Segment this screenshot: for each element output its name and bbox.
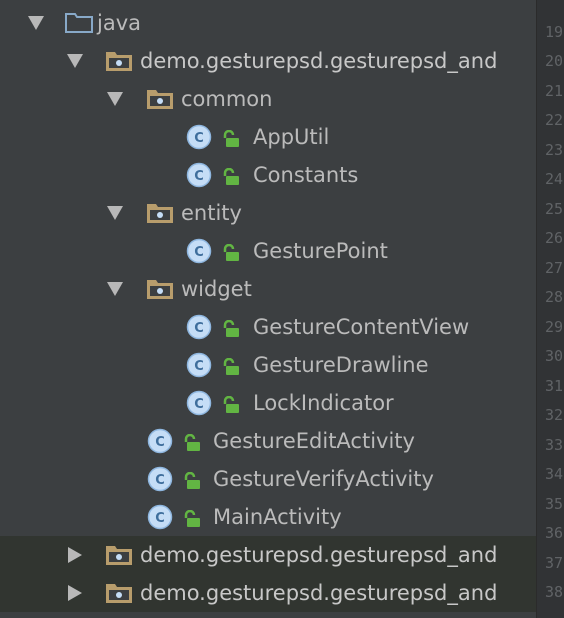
public-access-lock-icon (223, 358, 239, 375)
tree-row-class[interactable]: C GesturePoint (0, 232, 536, 270)
tree-label-class: Constants (253, 163, 359, 187)
svg-text:C: C (194, 321, 204, 336)
tree-row-package[interactable]: demo.gesturepsd.gesturepsd_and (0, 42, 536, 80)
project-tree-panel: java demo.gesturepsd.gesturepsd_and comm… (0, 0, 536, 618)
package-folder-icon (106, 52, 132, 71)
svg-text:C: C (194, 397, 204, 412)
tree-row-entity[interactable]: entity (0, 194, 536, 232)
public-access-lock-icon (184, 434, 200, 451)
tree-label-widget: widget (181, 277, 252, 301)
java-class-icon: C (147, 466, 173, 492)
tree-label-common: common (181, 87, 273, 111)
svg-text:C: C (194, 245, 204, 260)
line-number: 18 (545, 0, 563, 14)
tree-row-common[interactable]: common (0, 80, 536, 118)
tree-label-entity: entity (181, 201, 242, 225)
tree-row-class[interactable]: C GestureEditActivity (0, 422, 536, 460)
java-class-icon: C (186, 238, 212, 264)
java-class-icon: C (186, 162, 212, 188)
svg-text:C: C (155, 435, 165, 450)
tree-row-class[interactable]: C GestureVerifyActivity (0, 460, 536, 498)
tree-label-java: java (97, 11, 141, 35)
collapse-arrow-icon[interactable] (66, 546, 84, 564)
java-class-icon: C (186, 124, 212, 150)
tree-label-class: GesturePoint (253, 239, 388, 263)
tree-label-class: GestureEditActivity (213, 429, 415, 453)
line-number: 38 (545, 583, 564, 601)
svg-text:C: C (194, 359, 204, 374)
tree-row-java[interactable]: java (0, 4, 536, 42)
package-folder-icon (106, 546, 132, 565)
tree-row-widget[interactable]: widget (0, 270, 536, 308)
public-access-lock-icon (223, 130, 239, 147)
expand-arrow-icon[interactable] (106, 204, 124, 222)
java-class-icon: C (147, 428, 173, 454)
package-folder-icon (147, 204, 173, 223)
expand-arrow-icon[interactable] (106, 90, 124, 108)
editor-line-number-gutter: 18 19 20 21 22 23 24 25 26 27 28 29 30 3… (536, 0, 564, 618)
tree-label-class: GestureContentView (253, 315, 470, 339)
package-folder-icon (147, 90, 173, 109)
tree-row-class[interactable]: C GestureDrawline (0, 346, 536, 384)
svg-text:C: C (155, 473, 165, 488)
public-access-lock-icon (184, 510, 200, 527)
public-access-lock-icon (223, 168, 239, 185)
tree-label-class: GestureDrawline (253, 353, 429, 377)
java-class-icon: C (186, 352, 212, 378)
expand-arrow-icon[interactable] (106, 280, 124, 298)
tree-label-class: LockIndicator (253, 391, 394, 415)
public-access-lock-icon (223, 396, 239, 413)
svg-text:C: C (194, 169, 204, 184)
public-access-lock-icon (223, 244, 239, 261)
tree-row-class[interactable]: C GestureContentView (0, 308, 536, 346)
java-class-icon: C (186, 314, 212, 340)
expand-arrow-icon[interactable] (27, 14, 45, 32)
tree-row-class[interactable]: C AppUtil (0, 118, 536, 156)
tree-label-class: GestureVerifyActivity (213, 467, 434, 491)
tree-label-package: demo.gesturepsd.gesturepsd_and (140, 543, 498, 567)
package-folder-icon (147, 280, 173, 299)
tree-row-class[interactable]: C LockIndicator (0, 384, 536, 422)
source-folder-icon (65, 13, 93, 33)
public-access-lock-icon (223, 320, 239, 337)
tree-row-class[interactable]: C Constants (0, 156, 536, 194)
expand-arrow-icon[interactable] (66, 52, 84, 70)
tree-label-class: MainActivity (213, 505, 342, 529)
tree-row-class[interactable]: C MainActivity (0, 498, 536, 536)
tree-row-package-collapsed[interactable]: demo.gesturepsd.gesturepsd_and (0, 536, 536, 574)
java-class-icon: C (147, 504, 173, 530)
svg-text:C: C (194, 131, 204, 146)
java-class-icon: C (186, 390, 212, 416)
tree-label-package: demo.gesturepsd.gesturepsd_and (140, 49, 498, 73)
tree-label-class: AppUtil (253, 125, 330, 149)
package-folder-icon (106, 584, 132, 603)
svg-text:C: C (155, 511, 165, 526)
tree-label-package: demo.gesturepsd.gesturepsd_and (140, 581, 498, 605)
tree-row-package-collapsed[interactable]: demo.gesturepsd.gesturepsd_and (0, 574, 536, 612)
public-access-lock-icon (184, 472, 200, 489)
collapse-arrow-icon[interactable] (66, 584, 84, 602)
